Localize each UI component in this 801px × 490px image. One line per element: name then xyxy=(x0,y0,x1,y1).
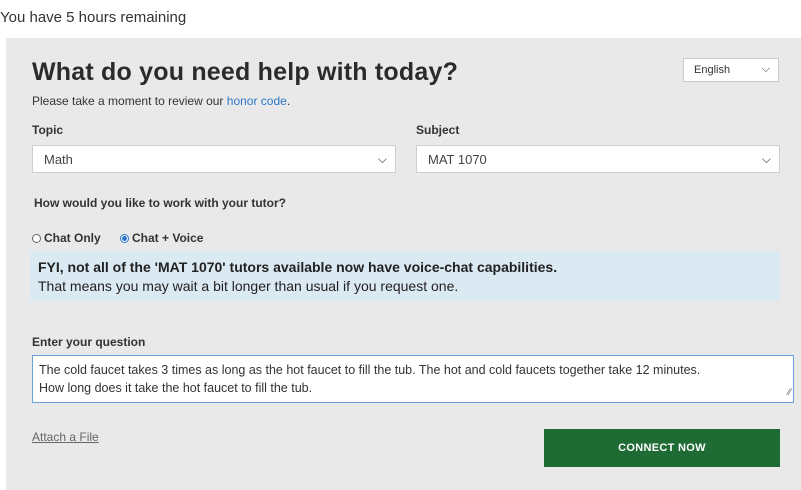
voice-notice-detail: That means you may wait a bit longer tha… xyxy=(38,278,459,294)
chevron-down-icon: ⌵ xyxy=(761,63,770,75)
topic-value: Math xyxy=(44,152,73,167)
attach-file-link[interactable]: Attach a File xyxy=(32,430,99,444)
honor-code-link[interactable]: honor code xyxy=(227,94,287,108)
subject-label: Subject xyxy=(416,123,460,137)
hours-remaining: You have 5 hours remaining xyxy=(0,9,187,26)
language-value: English xyxy=(694,64,731,76)
honor-prefix: Please take a moment to review our xyxy=(32,94,227,108)
radio-chat-voice[interactable]: Chat + Voice xyxy=(120,231,203,245)
chevron-down-icon: ⌵ xyxy=(761,152,771,166)
question-text-line2: How long does it take the hot faucet to … xyxy=(39,381,313,395)
topic-select[interactable]: Math ⌵ xyxy=(32,145,396,173)
voice-notice: FYI, not all of the 'MAT 1070' tutors av… xyxy=(30,251,780,301)
chevron-down-icon: ⌵ xyxy=(377,152,387,166)
voice-notice-title: FYI, not all of the 'MAT 1070' tutors av… xyxy=(38,259,558,275)
page-title: What do you need help with today? xyxy=(32,58,459,86)
honor-suffix: . xyxy=(286,94,291,108)
work-mode-label: How would you like to work with your tut… xyxy=(34,196,286,210)
resize-grip-icon[interactable]: ⁄⁄ xyxy=(788,383,791,401)
honor-code-notice: Please take a moment to review our honor… xyxy=(32,94,290,108)
subject-select[interactable]: MAT 1070 ⌵ xyxy=(416,145,780,173)
help-request-panel: What do you need help with today? Englis… xyxy=(6,38,801,490)
work-mode-options: Chat Only Chat + Voice xyxy=(32,231,219,245)
radio-unchecked-icon xyxy=(32,234,41,243)
subject-value: MAT 1070 xyxy=(428,152,487,167)
topic-label: Topic xyxy=(32,123,64,137)
language-select[interactable]: English ⌵ xyxy=(683,58,779,82)
radio-chat-only-label: Chat Only xyxy=(44,231,101,245)
question-label: Enter your question xyxy=(32,335,146,349)
radio-checked-icon xyxy=(120,234,130,243)
question-text-line1: The cold faucet takes 3 times as long as… xyxy=(39,363,701,377)
radio-chat-only[interactable]: Chat Only xyxy=(32,231,101,245)
question-textarea[interactable]: The cold faucet takes 3 times as long as… xyxy=(32,355,794,403)
connect-now-button[interactable]: CONNECT NOW xyxy=(544,429,780,467)
radio-chat-voice-label: Chat + Voice xyxy=(132,231,204,245)
